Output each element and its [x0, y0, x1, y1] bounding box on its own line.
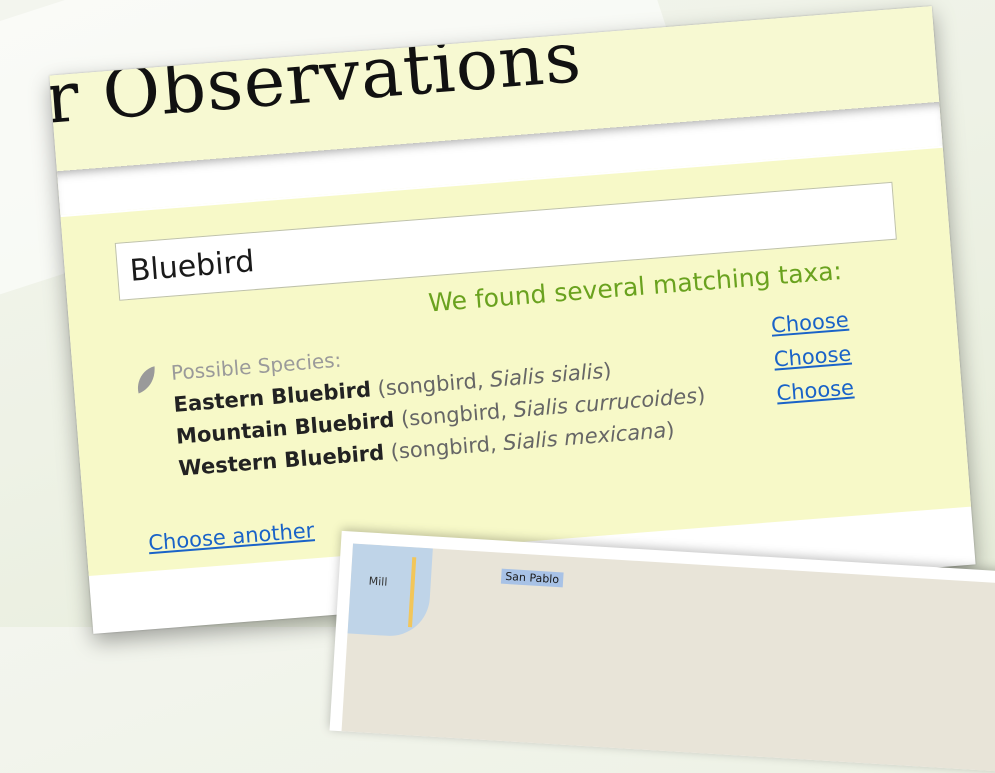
species-scientific-name: Sialis mexicana: [502, 418, 668, 456]
map-label-san-pablo: San Pablo: [500, 568, 564, 588]
species-group: (songbird,: [389, 431, 505, 464]
taxon-search-panel: Bluebird We found several matching taxa:…: [60, 147, 972, 577]
species-scientific-name: Sialis sialis: [489, 359, 605, 392]
map-water: [347, 543, 433, 639]
species-close-paren: ): [602, 358, 613, 384]
choose-mountain-bluebird-link[interactable]: Choose: [773, 342, 852, 372]
choose-western-bluebird-link[interactable]: Choose: [776, 375, 855, 405]
map-view[interactable]: Mill San Pablo: [341, 543, 995, 773]
species-close-paren: ): [696, 383, 707, 408]
possible-species-list: Possible Species: Eastern Bluebird (song…: [132, 304, 890, 481]
species-group: (songbird,: [400, 398, 515, 432]
map-card: Mill San Pablo: [329, 530, 995, 773]
leaf-icon: [137, 366, 155, 394]
observation-form-card: r Observations Bluebird We found several…: [49, 6, 976, 634]
map-label-mill: Mill: [368, 574, 388, 589]
choose-eastern-bluebird-link[interactable]: Choose: [770, 308, 849, 338]
species-group: (songbird,: [376, 367, 491, 401]
species-close-paren: ): [665, 417, 676, 443]
possible-species-label: Possible Species:: [170, 347, 343, 385]
species-common-name: Western Bluebird: [177, 440, 386, 481]
choose-another-link[interactable]: Choose another: [147, 518, 315, 555]
species-scientific-name: Sialis currucoides: [512, 383, 698, 423]
